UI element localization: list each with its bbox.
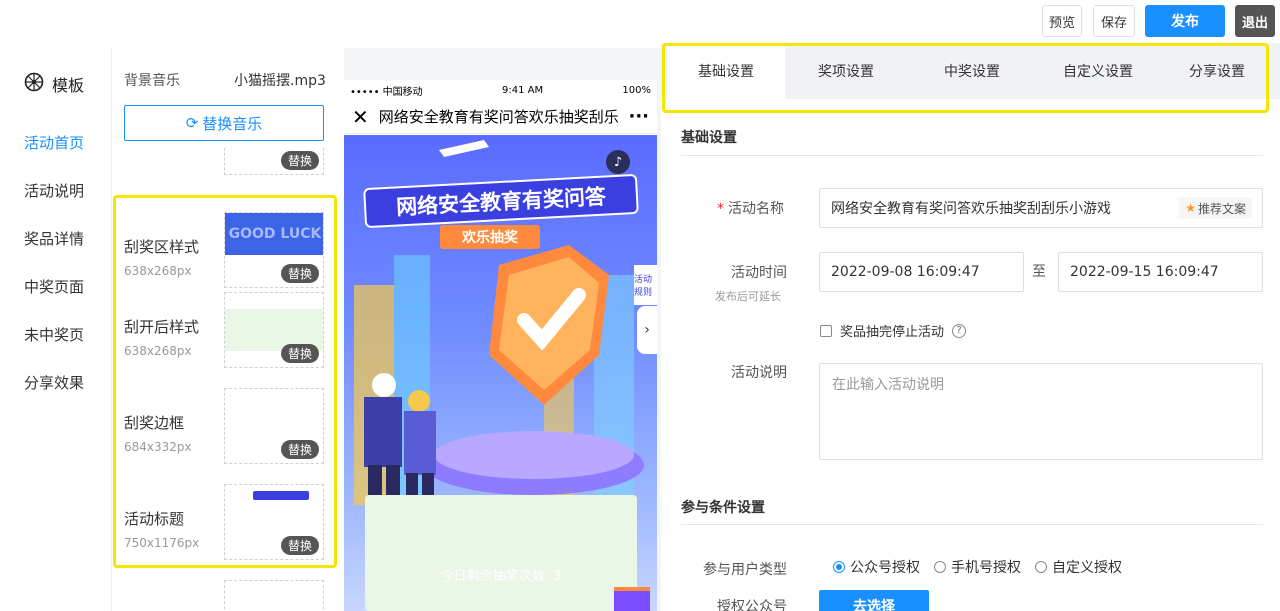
activity-time-label: 活动时间 [731,265,787,281]
divider [681,524,1263,525]
settings-panel: 基础设置 奖项设置 中奖设置 自定义设置 分享设置 基础设置 * 活动名称 网络安… [661,43,1280,611]
recommend-copy-button[interactable]: ★ 推荐文案 [1179,197,1252,219]
choose-button[interactable]: 去选择 [819,590,929,611]
status-bar: ••••• 中国移动 9:41 AM 100% [344,80,657,100]
banner-subtitle: 欢乐抽奖 [440,225,540,249]
radio-dot[interactable] [934,561,946,573]
partial-thumb: 替换 [224,148,324,175]
nav-item-lose-page[interactable]: 未中奖页 [24,324,84,345]
wheel-icon [24,72,44,96]
phone-page-title: 网络安全教育有奖问答欢乐抽奖刮乐小游戏 [378,108,619,126]
start-time-input[interactable]: 2022-09-08 16:09:47 [819,252,1024,292]
recommend-copy-label: 推荐文案 [1197,201,1246,216]
template-header[interactable]: 模板 [24,72,84,96]
activity-name-label: * 活动名称 [717,198,784,218]
nav-item-share-effect[interactable]: 分享效果 [24,372,84,393]
bg-music-label: 背景音乐 [124,73,180,89]
phone-preview: ••••• 中国移动 9:41 AM 100% ✕ 网络安全教育有奖问答欢乐抽奖… [344,80,657,611]
scratch-area[interactable]: 今日剩余抽奖次数: 3 [365,495,637,611]
replace-button[interactable]: 替换 [280,151,319,170]
user-type-radio-group: 公众号授权 手机号授权 自定义授权 [833,557,1122,577]
publish-button[interactable]: 发布 [1145,5,1225,37]
activity-name-value: 网络安全教育有奖问答欢乐抽奖刮刮乐小游戏 [831,201,1111,217]
highlight-box [662,43,1269,113]
divider [681,155,1263,156]
partial-thumb [224,580,324,611]
activity-desc-textarea[interactable]: 在此输入活动说明 [819,363,1263,460]
checkbox-box[interactable] [820,324,832,337]
nav-item-activity-home[interactable]: 活动首页 [24,132,84,153]
end-time-input[interactable]: 2022-09-15 16:09:47 [1058,252,1263,292]
radio-dot[interactable] [1035,561,1047,573]
left-nav: 模板 活动首页 活动说明 奖品详情 中奖页面 未中奖页 分享效果 [0,48,112,611]
radio-label: 公众号授权 [850,560,920,576]
chevron-right-icon[interactable]: › [637,306,657,354]
radio-official-account[interactable]: 公众号授权 [833,557,920,577]
bg-music-name: 小猫摇摆.mp3 [234,73,326,89]
radio-label: 自定义授权 [1052,560,1122,576]
replace-music-label: 替换音乐 [202,114,263,133]
top-toolbar: 预览 保存 发布 退出 [0,0,1280,48]
star-icon: ★ [1185,201,1196,215]
section-basic-title: 基础设置 [681,130,737,146]
more-icon[interactable]: ··· [628,106,649,127]
section-participation-title: 参与条件设置 [681,500,765,516]
template-label: 模板 [52,76,85,95]
replace-music-button[interactable]: ⟳ 替换音乐 [124,105,324,141]
gift-icon [614,587,650,611]
to-label: 至 [1032,264,1046,280]
remaining-draws-text: 今日剩余抽奖次数: 3 [440,569,562,584]
stop-when-out-checkbox[interactable]: 奖品抽完停止活动 ? [820,321,967,340]
stop-checkbox-label: 奖品抽完停止活动 [840,325,945,340]
clock: 9:41 AM [501,84,544,96]
help-icon[interactable]: ? [952,323,967,338]
radio-custom[interactable]: 自定义授权 [1035,557,1122,577]
exit-button[interactable]: 退出 [1235,5,1275,37]
battery: 100% [622,84,651,96]
nav-item-win-page[interactable]: 中奖页面 [24,276,84,297]
activity-banner: 网络安全教育有奖问答 欢乐抽奖 ♪ 活动规则 今日剩余抽奖次数: 3 [344,135,657,611]
nav-item-activity-desc[interactable]: 活动说明 [24,180,84,201]
activity-name-input[interactable]: 网络安全教育有奖问答欢乐抽奖刮刮乐小游戏 ★ 推荐文案 [819,188,1263,228]
radio-label: 手机号授权 [951,560,1021,576]
phone-title-bar: ✕ 网络安全教育有奖问答欢乐抽奖刮乐小游戏 ··· [344,100,657,134]
activity-time-hint: 发布后可延长 [715,290,781,303]
refresh-icon: ⟳ [185,114,199,132]
music-note-icon[interactable]: ♪ [606,150,630,174]
activity-name-label-text: 活动名称 [728,201,784,217]
radio-dot[interactable] [833,561,845,573]
highlight-box [113,195,337,568]
user-type-label: 参与用户类型 [703,562,787,578]
preview-button[interactable]: 预览 [1042,5,1082,37]
nav-item-prize-details[interactable]: 奖品详情 [24,228,84,249]
radio-phone[interactable]: 手机号授权 [934,557,1021,577]
activity-desc-label: 活动说明 [731,365,787,381]
close-icon[interactable]: ✕ [352,105,369,129]
save-button[interactable]: 保存 [1093,5,1135,37]
rules-tab[interactable]: 活动规则 [634,265,657,305]
required-mark: * [717,201,724,217]
carrier: ••••• 中国移动 [350,86,423,98]
auth-account-label: 授权公众号 [717,599,787,611]
